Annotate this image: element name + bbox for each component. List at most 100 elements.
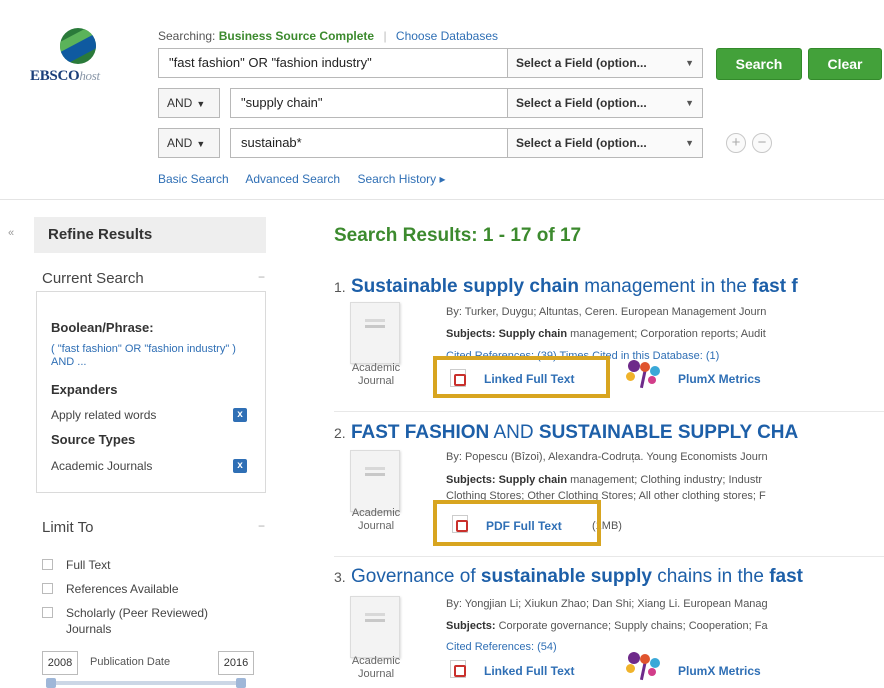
advanced-search-link[interactable]: Advanced Search	[245, 172, 340, 186]
basic-search-link[interactable]: Basic Search	[158, 172, 229, 186]
plumx-icon[interactable]	[626, 652, 662, 682]
cited-text: Cited References: (54)	[446, 641, 557, 653]
result-title-3[interactable]: 3. Governance of sustainable supply chai…	[334, 566, 803, 588]
search-header: EBSCOhost Searching: Business Source Com…	[0, 0, 884, 200]
date-from-input[interactable]: 2008	[42, 651, 78, 675]
field-select-label: Select a Field (option...	[516, 136, 647, 150]
ebscohost-logo[interactable]: EBSCOhost	[30, 26, 130, 86]
cited-references[interactable]: Cited References: (54)	[446, 641, 557, 653]
highlight-box	[433, 500, 601, 546]
field-select-label: Select a Field (option...	[516, 96, 647, 110]
limit-label: Scholarly (Peer Reviewed)	[66, 606, 209, 620]
result-divider	[334, 411, 884, 412]
result-number: 3.	[334, 569, 346, 585]
title-part: Governance of	[350, 566, 481, 587]
search-term-input-3[interactable]: sustainab*	[230, 128, 508, 158]
chevron-down-icon: ▼	[685, 58, 694, 68]
title-part: Sustainable supply chain	[350, 276, 580, 297]
title-part: SUSTAINABLE SUPPLY CHA	[538, 422, 799, 443]
collapse-sidebar-icon[interactable]: «	[8, 227, 14, 239]
subjects-label: Subjects:	[446, 620, 496, 632]
refine-results-header: Refine Results	[34, 217, 266, 253]
doc-type-label: Academic Journal	[351, 655, 401, 680]
search-history-link[interactable]: Search History ▸	[357, 172, 445, 186]
field-select-label: Select a Field (option...	[516, 56, 647, 70]
result-authors: By: Popescu (Bîzoi), Alexandra-Codruța. …	[446, 451, 768, 463]
checkbox[interactable]	[42, 607, 53, 618]
remove-row-button[interactable]: −	[752, 133, 772, 153]
ebsco-logo-icon	[60, 28, 96, 64]
plumx-icon[interactable]	[626, 360, 662, 390]
boolean-query-link[interactable]: ( "fast fashion" OR "fashion industry" )…	[51, 343, 241, 369]
title-part: chains in the	[651, 566, 770, 587]
search-row-1: "fast fashion" OR "fashion industry" Sel…	[158, 48, 882, 80]
slider-handle-end[interactable]	[236, 678, 246, 688]
result-subjects: Subjects: Supply chain management; Corpo…	[446, 328, 766, 340]
checkbox[interactable]	[42, 559, 53, 570]
header-divider	[0, 199, 884, 200]
boolean-label: AND	[167, 136, 193, 150]
publication-date-filter: 2008 Publication Date 2016	[42, 651, 270, 675]
search-mode-links: Basic Search Advanced Search Search Hist…	[158, 172, 460, 186]
limit-label: Journals	[66, 622, 112, 636]
boolean-select-2[interactable]: AND ▼	[158, 88, 220, 118]
academic-journal-icon[interactable]	[350, 596, 400, 658]
result-authors: By: Turker, Duygu; Altuntas, Ceren. Euro…	[446, 306, 767, 318]
result-divider	[334, 556, 884, 557]
searching-line: Searching: Business Source Complete | Ch…	[158, 29, 498, 43]
result-number: 1.	[334, 279, 346, 295]
boolean-select-3[interactable]: AND ▼	[158, 128, 220, 158]
linked-full-text-link[interactable]: Linked Full Text	[484, 664, 574, 678]
expanders-label: Expanders	[51, 382, 118, 397]
result-title-1[interactable]: 1. Sustainable supply chain management i…	[334, 276, 798, 298]
remove-source-type-icon[interactable]: x	[233, 459, 247, 473]
date-to-input[interactable]: 2016	[218, 651, 254, 675]
result-number: 2.	[334, 425, 346, 441]
title-part: fast	[769, 566, 803, 587]
date-range-slider[interactable]	[46, 678, 246, 688]
collapse-panel-icon[interactable]: −	[258, 519, 265, 533]
academic-journal-icon[interactable]	[350, 450, 400, 512]
subjects-rest: Corporate governance; Supply chains; Coo…	[495, 620, 768, 632]
subjects-rest: management; Corporation reports; Audit	[567, 328, 766, 340]
search-term-input-1[interactable]: "fast fashion" OR "fashion industry"	[158, 48, 508, 78]
search-term-input-2[interactable]: "supply chain"	[230, 88, 508, 118]
field-select-2[interactable]: Select a Field (option... ▼	[507, 88, 703, 118]
subjects-label: Subjects:	[446, 474, 496, 486]
collapse-panel-icon[interactable]: −	[258, 270, 265, 284]
chevron-down-icon: ▼	[196, 139, 206, 149]
result-title-2[interactable]: 2. FAST FASHION AND SUSTAINABLE SUPPLY C…	[334, 422, 798, 444]
clear-button[interactable]: Clear	[808, 48, 882, 80]
add-row-button[interactable]: +	[726, 133, 746, 153]
remove-expander-icon[interactable]: x	[233, 408, 247, 422]
boolean-label: AND	[167, 96, 193, 110]
slider-handle-start[interactable]	[46, 678, 56, 688]
linked-full-text-icon	[450, 660, 466, 678]
publication-date-label: Publication Date	[90, 656, 171, 668]
logo-text: EBSCOhost	[30, 68, 100, 84]
limit-to-title[interactable]: Limit To	[42, 519, 93, 536]
limit-label: References Available	[66, 582, 179, 596]
subjects-bold: Supply chain	[498, 328, 568, 340]
plumx-metrics-link[interactable]: PlumX Metrics	[678, 664, 761, 678]
plumx-metrics-link[interactable]: PlumX Metrics	[678, 372, 761, 386]
choose-databases-link[interactable]: Choose Databases	[396, 29, 498, 43]
boolean-phrase-label: Boolean/Phrase:	[51, 320, 154, 335]
search-button[interactable]: Search	[716, 48, 802, 80]
subjects-label: Subjects:	[446, 328, 496, 340]
subjects-bold: Supply chain	[498, 474, 568, 486]
current-search-title[interactable]: Current Search	[42, 270, 144, 287]
title-part: fast f	[752, 276, 798, 297]
title-part: management in the	[579, 276, 753, 297]
title-part: AND	[489, 422, 539, 443]
doc-type-label: Academic Journal	[351, 362, 401, 387]
checkbox[interactable]	[42, 583, 53, 594]
results-count-title: Search Results: 1 - 17 of 17	[334, 225, 582, 246]
academic-journal-icon[interactable]	[350, 302, 400, 364]
result-authors: By: Yongjian Li; Xiukun Zhao; Dan Shi; X…	[446, 598, 768, 610]
chevron-down-icon: ▼	[685, 98, 694, 108]
search-row-3: AND ▼ sustainab* Select a Field (option..…	[158, 128, 798, 158]
field-select-3[interactable]: Select a Field (option... ▼	[507, 128, 703, 158]
field-select-1[interactable]: Select a Field (option... ▼	[507, 48, 703, 78]
source-types-label: Source Types	[51, 432, 136, 447]
